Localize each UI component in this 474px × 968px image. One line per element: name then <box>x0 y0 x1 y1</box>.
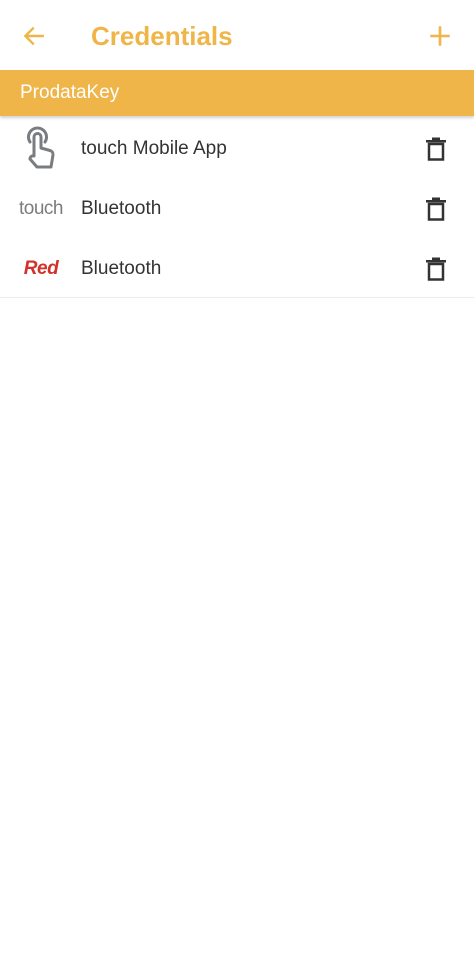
credential-label: touch Mobile App <box>81 137 227 159</box>
section-header-prodatakey: ProdataKey <box>0 70 474 116</box>
credential-label: Bluetooth <box>81 198 162 219</box>
trash-icon <box>426 257 446 281</box>
red-logo-icon: Red <box>18 246 64 292</box>
credential-row-bluetooth-touch[interactable]: touch Bluetooth <box>0 179 474 239</box>
credential-row-bluetooth-red[interactable]: Red Bluetooth <box>0 239 474 299</box>
credential-row-touch-mobile-app[interactable]: touch Mobile App <box>0 118 474 179</box>
credential-label: Bluetooth <box>81 258 162 279</box>
touch-logo-text: touch <box>19 198 63 219</box>
trash-icon <box>426 197 446 221</box>
delete-button[interactable] <box>418 251 454 287</box>
trash-icon <box>426 137 446 161</box>
section-title: ProdataKey <box>20 82 120 103</box>
arrow-left-icon <box>23 26 44 46</box>
app-bar: Credentials <box>0 0 474 70</box>
delete-button[interactable] <box>418 191 454 227</box>
delete-button[interactable] <box>418 131 454 167</box>
back-button[interactable] <box>12 14 56 58</box>
red-logo-text: Red <box>23 258 59 279</box>
add-credential-button[interactable] <box>418 14 462 58</box>
credentials-screen: Credentials ProdataKey touch Mobile App <box>0 0 474 968</box>
touch-hand-icon <box>18 126 64 172</box>
list-divider <box>0 297 474 298</box>
credential-list: touch Mobile App touch Bluetooth Red Blu… <box>0 118 474 299</box>
touch-logo-icon: touch <box>18 186 64 232</box>
page-title: Credentials <box>91 21 233 51</box>
plus-icon <box>430 26 450 46</box>
